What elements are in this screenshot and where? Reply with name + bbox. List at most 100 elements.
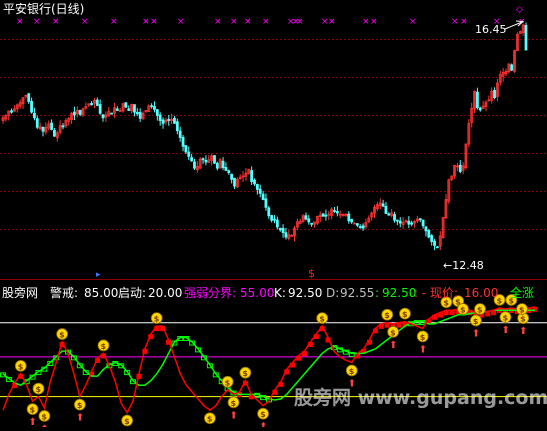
coin-symbol: $	[225, 378, 231, 387]
warn-value: 85.00	[84, 286, 118, 300]
candle-body	[53, 130, 56, 137]
up-arrow-marker: ⬆	[230, 410, 238, 421]
watermark: 股旁网 www.gupang.com	[294, 386, 547, 409]
candle-body	[258, 188, 262, 194]
dollar-marker: $	[308, 267, 315, 280]
x-marker: ×	[451, 17, 459, 27]
candle-body	[310, 222, 314, 225]
candle-body	[181, 136, 185, 147]
split-value: 55.00	[240, 286, 274, 300]
x-marker: ×	[244, 17, 252, 27]
x-marker: ×	[110, 17, 118, 27]
coin-symbol: $	[231, 399, 237, 408]
candle-body	[215, 162, 219, 169]
candle-body	[150, 105, 154, 108]
candle-body	[138, 111, 142, 119]
up-arrow-marker: ⬆	[76, 413, 84, 424]
candle-body	[347, 213, 351, 222]
main-panel-grid	[0, 39, 547, 230]
start-value: 20.00	[148, 286, 182, 300]
candle-body	[50, 122, 53, 130]
candle-body	[307, 218, 311, 223]
coin-symbol: $	[349, 367, 355, 376]
k-line-steps	[12, 306, 538, 400]
coin-symbol: $	[519, 306, 525, 315]
price-low-label: ←12.48	[443, 259, 484, 272]
coin-symbol: $	[59, 331, 65, 340]
candle-body	[35, 118, 39, 128]
candle-body	[255, 184, 259, 190]
candle-body	[361, 225, 365, 229]
candle-body	[41, 126, 45, 132]
candle-body	[227, 170, 231, 174]
candle-body	[27, 93, 31, 102]
candle-body	[253, 179, 256, 185]
candle-body	[410, 222, 414, 225]
candle-body	[333, 210, 336, 212]
x-marker: ×	[142, 17, 150, 27]
k-value: 92.50	[288, 286, 322, 300]
x-marker: ×	[16, 17, 24, 27]
indicator-header: 股旁网 警戒: 85.00 启动: 20.00 强弱分界: 55.00 K: 9…	[2, 285, 534, 300]
candle-body	[233, 177, 236, 187]
candle-body	[407, 220, 411, 225]
up-arrow-marker: ⬆	[472, 329, 480, 340]
candle-body	[178, 130, 182, 138]
candle-body	[393, 214, 396, 221]
up-arrow-marker: ⬆	[259, 422, 267, 427]
candle-body	[358, 226, 362, 229]
candle-body	[61, 125, 65, 128]
candle-body	[335, 210, 339, 214]
candle-body	[270, 215, 274, 221]
candle-body	[133, 104, 136, 113]
coin-symbol: $	[124, 417, 130, 426]
candle-body	[398, 220, 402, 224]
coin-symbol: $	[460, 306, 466, 315]
split-label: 强弱分界:	[184, 286, 236, 300]
coin-symbol: $	[18, 362, 24, 371]
candle-body	[395, 219, 399, 222]
candle-body	[275, 219, 279, 228]
x-marker: ×	[177, 17, 185, 27]
warn-label: 警戒:	[50, 285, 78, 300]
diamond-marker: ◇	[516, 5, 523, 15]
x-marker: ×	[409, 17, 417, 27]
x-marker: ×	[230, 17, 238, 27]
candle-body	[261, 193, 265, 200]
up-arrow-marker: ⬆	[519, 326, 527, 337]
coin-symbol: $	[242, 369, 248, 378]
candle-body	[201, 158, 205, 161]
candle-body	[193, 161, 196, 169]
price-high-label: 16.45	[475, 23, 507, 36]
candle-body	[30, 100, 33, 113]
candle-body	[418, 218, 422, 221]
coin-symbol: $	[502, 314, 508, 323]
candle-body	[175, 121, 179, 132]
candle-body	[33, 112, 36, 119]
coin-symbol: $	[319, 315, 325, 324]
j-prefix: :	[375, 286, 379, 300]
x-marker: ×	[81, 17, 89, 27]
coin-symbol: $	[520, 315, 526, 324]
x-marker: ×	[262, 17, 270, 27]
coin-symbol: $	[384, 311, 390, 320]
candle-body	[264, 198, 268, 208]
chart-stage: × × × × × × × × × × × × × × × × × × × × × × × × ◇ 平安银行(日线) 16.45…	[0, 0, 547, 431]
coin-symbol: $	[154, 315, 160, 324]
candle-body	[524, 24, 528, 51]
candle-body	[304, 215, 308, 220]
candle-body	[281, 227, 285, 233]
candle-body	[250, 170, 254, 182]
candle-body	[424, 226, 428, 232]
candle-body	[321, 213, 325, 217]
start-label: 启动:	[118, 286, 146, 300]
tag-label: 全涨	[510, 285, 534, 300]
d-value: 92.55	[340, 286, 374, 300]
x-marker: ×	[460, 17, 468, 27]
candle-body	[387, 213, 391, 216]
candle-body	[350, 218, 354, 223]
up-arrow-marker: ⬆	[389, 340, 397, 351]
candle-body	[436, 246, 439, 249]
candle-body	[476, 91, 479, 109]
candles-layer	[1, 22, 528, 251]
